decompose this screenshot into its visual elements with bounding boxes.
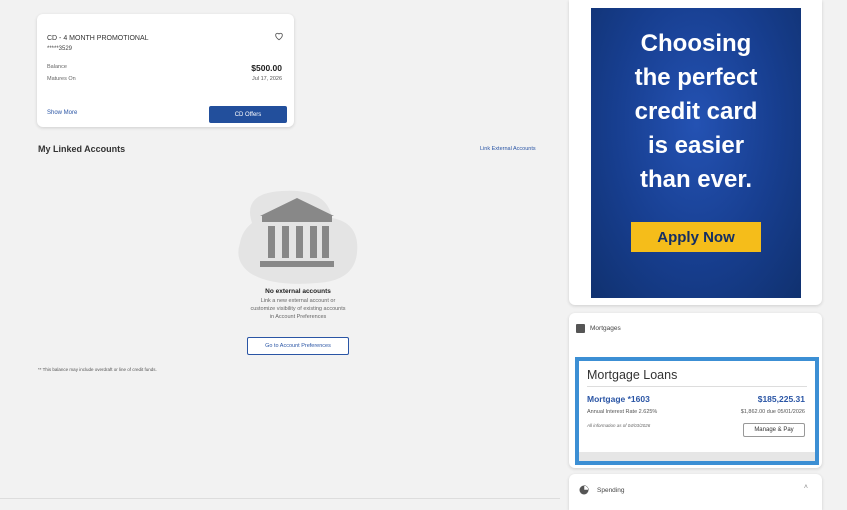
cd-account-card: CD - 4 MONTH PROMOTIONAL *****3529 Balan… xyxy=(37,14,294,127)
cd-title: CD - 4 MONTH PROMOTIONAL xyxy=(47,35,149,42)
mortgage-balance: $185,225.31 xyxy=(757,394,805,404)
ad-headline-line: the perfect xyxy=(634,64,758,91)
spending-panel[interactable]: Spending ˄ xyxy=(569,474,822,510)
mortgages-section-label: Mortgages xyxy=(590,325,621,332)
ad-headline-line: is easier xyxy=(647,132,745,159)
mortgage-account-link[interactable]: Mortgage *1603 xyxy=(587,394,650,404)
mortgage-loans-card: Mortgage Loans Mortgage *1603 $185,225.3… xyxy=(575,357,819,465)
chevron-up-icon[interactable]: ˄ xyxy=(804,484,808,491)
heart-icon[interactable] xyxy=(274,31,284,41)
ad-headline-line: credit card xyxy=(634,98,758,125)
apply-now-button[interactable]: Apply Now xyxy=(631,222,761,252)
cd-account-number: *****3529 xyxy=(47,46,73,52)
empty-state-description: Link a new external account or customize… xyxy=(218,297,378,321)
balance-footnote: ** This balance may include overdraft or… xyxy=(38,367,157,372)
payment-due: $1,862.00 due 05/01/2026 xyxy=(740,409,805,415)
link-external-accounts-link[interactable]: Link External Accounts xyxy=(480,146,536,152)
interest-rate: Annual Interest Rate 2.625% xyxy=(587,409,658,415)
matures-value: Jul 17, 2026 xyxy=(252,76,282,82)
ad-headline-line: Choosing xyxy=(640,30,752,57)
show-more-link[interactable]: Show More xyxy=(47,110,77,116)
empty-desc-line: Link a new external account or xyxy=(260,298,336,304)
manage-and-pay-button[interactable]: Manage & Pay xyxy=(743,423,805,437)
divider xyxy=(0,498,560,499)
empty-desc-line: in Account Preferences xyxy=(269,314,327,320)
divider xyxy=(587,386,807,387)
mortgage-icon xyxy=(576,324,585,333)
mortgage-loans-title: Mortgage Loans xyxy=(587,368,678,382)
info-as-of-date: All information as of 04/03/2026 xyxy=(587,423,651,428)
matures-label: Matures On xyxy=(47,76,76,82)
linked-accounts-title: My Linked Accounts xyxy=(38,144,126,154)
spending-label: Spending xyxy=(597,487,625,494)
credit-card-ad-banner[interactable]: Choosing the perfect credit card is easi… xyxy=(591,8,801,298)
card-footer xyxy=(579,452,815,461)
empty-state-title: No external accounts xyxy=(265,288,331,295)
balance-value: $500.00 xyxy=(251,63,282,73)
go-to-account-preferences-button[interactable]: Go to Account Preferences xyxy=(247,337,349,355)
empty-desc-line: customize visibility of existing account… xyxy=(250,306,346,312)
cd-offers-button[interactable]: CD Offers xyxy=(209,106,287,123)
ad-headline-line: than ever. xyxy=(639,166,753,193)
balance-label: Balance xyxy=(47,64,67,70)
bank-building-icon xyxy=(238,190,358,284)
ad-panel: Choosing the perfect credit card is easi… xyxy=(569,0,822,305)
pie-chart-icon xyxy=(579,485,589,495)
